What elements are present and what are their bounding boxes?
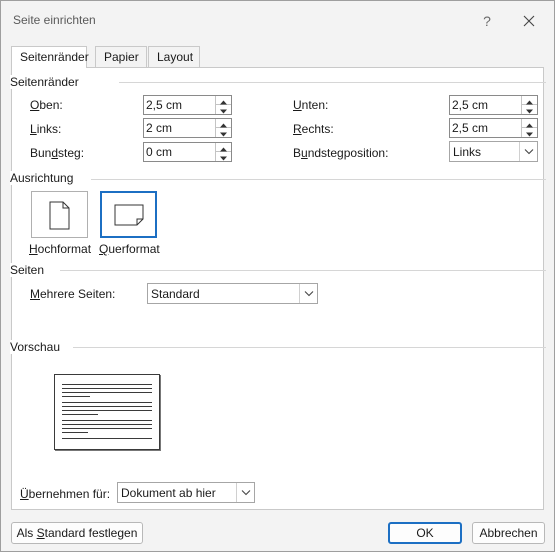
cancel-button[interactable]: Abbrechen (472, 522, 545, 544)
portrait-button[interactable] (31, 191, 88, 238)
preview-heading: Vorschau (10, 340, 65, 354)
right-margin-value[interactable]: 2,5 cm (452, 121, 488, 135)
landscape-page-icon (114, 204, 144, 226)
spin-down-button[interactable] (522, 128, 537, 137)
gutter-value[interactable]: 0 cm (146, 145, 172, 159)
right-margin-label: Rechts: (293, 122, 334, 136)
page-setup-dialog: Seite einrichten ? Seitenränder Papier L… (0, 0, 555, 552)
preview-text-line (62, 414, 98, 415)
landscape-button[interactable] (100, 191, 157, 238)
landscape-label: Querformat (99, 242, 160, 256)
spin-down-button[interactable] (216, 105, 231, 114)
orientation-heading: Ausrichtung (10, 171, 78, 185)
preview-text-line (62, 388, 152, 389)
chevron-down-icon (524, 149, 534, 155)
preview-text-line (62, 396, 90, 397)
spin-up-button[interactable] (522, 119, 537, 128)
gutter-position-select[interactable]: Links (449, 141, 538, 162)
preview-text-line (62, 432, 88, 433)
spin-down-button[interactable] (522, 105, 537, 114)
bottom-margin-spinner[interactable]: 2,5 cm (449, 95, 538, 115)
triangle-down-icon (220, 132, 227, 137)
triangle-down-icon (220, 109, 227, 114)
multiple-pages-label: Mehrere Seiten: (30, 287, 116, 301)
orientation-divider (91, 179, 546, 180)
close-icon (523, 15, 535, 27)
preview-text-line (62, 438, 152, 439)
spin-up-button[interactable] (216, 119, 231, 128)
preview-text-line (62, 420, 152, 421)
preview-text-line (62, 406, 152, 407)
preview-text-line (62, 424, 152, 425)
gutter-spinner[interactable]: 0 cm (143, 142, 232, 162)
close-button[interactable] (516, 10, 542, 32)
bottom-margin-label: Unten: (293, 98, 329, 112)
gutter-position-value: Links (453, 145, 482, 159)
help-button[interactable]: ? (475, 10, 499, 32)
multiple-pages-select[interactable]: Standard (147, 283, 318, 304)
triangle-down-icon (526, 132, 533, 137)
gutter-label: Bundsteg: (30, 146, 85, 160)
pages-heading: Seiten (10, 263, 49, 277)
gutter-position-label: Bundstegposition: (293, 146, 389, 160)
margins-heading: Seitenränder (10, 75, 83, 89)
apply-to-value: Dokument ab hier (121, 486, 216, 500)
bottom-margin-value[interactable]: 2,5 cm (452, 98, 488, 112)
tab-margins[interactable]: Seitenränder (11, 46, 89, 68)
preview-text-line (62, 392, 152, 393)
preview-text-line (62, 402, 152, 403)
spin-down-button[interactable] (216, 128, 231, 137)
left-margin-value[interactable]: 2 cm (146, 121, 172, 135)
page-preview (54, 374, 160, 450)
triangle-down-icon (220, 156, 227, 161)
left-margin-label: Links: (30, 122, 62, 136)
apply-to-label: Übernehmen für: (20, 487, 111, 501)
chevron-down-icon (241, 490, 251, 496)
tab-layout[interactable]: Layout (148, 46, 200, 67)
tab-paper[interactable]: Papier (95, 46, 147, 67)
right-margin-spinner[interactable]: 2,5 cm (449, 118, 538, 138)
preview-text-line (62, 428, 152, 429)
top-margin-value[interactable]: 2,5 cm (146, 98, 182, 112)
pages-divider (60, 270, 546, 271)
apply-to-select[interactable]: Dokument ab hier (117, 482, 255, 503)
portrait-page-icon (49, 201, 70, 230)
title-bar: Seite einrichten ? (1, 1, 554, 39)
multiple-pages-value: Standard (151, 287, 200, 301)
preview-text-line (62, 410, 152, 411)
set-as-default-button[interactable]: Als Standard festlegen (11, 522, 143, 544)
spin-up-button[interactable] (216, 143, 231, 152)
ok-button[interactable]: OK (388, 522, 462, 544)
spin-down-button[interactable] (216, 152, 231, 161)
top-margin-spinner[interactable]: 2,5 cm (143, 95, 232, 115)
top-margin-label: Oben: (30, 98, 63, 112)
left-margin-spinner[interactable]: 2 cm (143, 118, 232, 138)
spin-up-button[interactable] (216, 96, 231, 105)
spin-up-button[interactable] (522, 96, 537, 105)
dialog-title: Seite einrichten (13, 13, 96, 27)
chevron-down-icon (304, 291, 314, 297)
preview-divider (73, 347, 546, 348)
portrait-label: Hochformat (29, 242, 92, 256)
margins-divider (119, 82, 546, 83)
triangle-down-icon (526, 109, 533, 114)
preview-text-line (62, 384, 152, 385)
